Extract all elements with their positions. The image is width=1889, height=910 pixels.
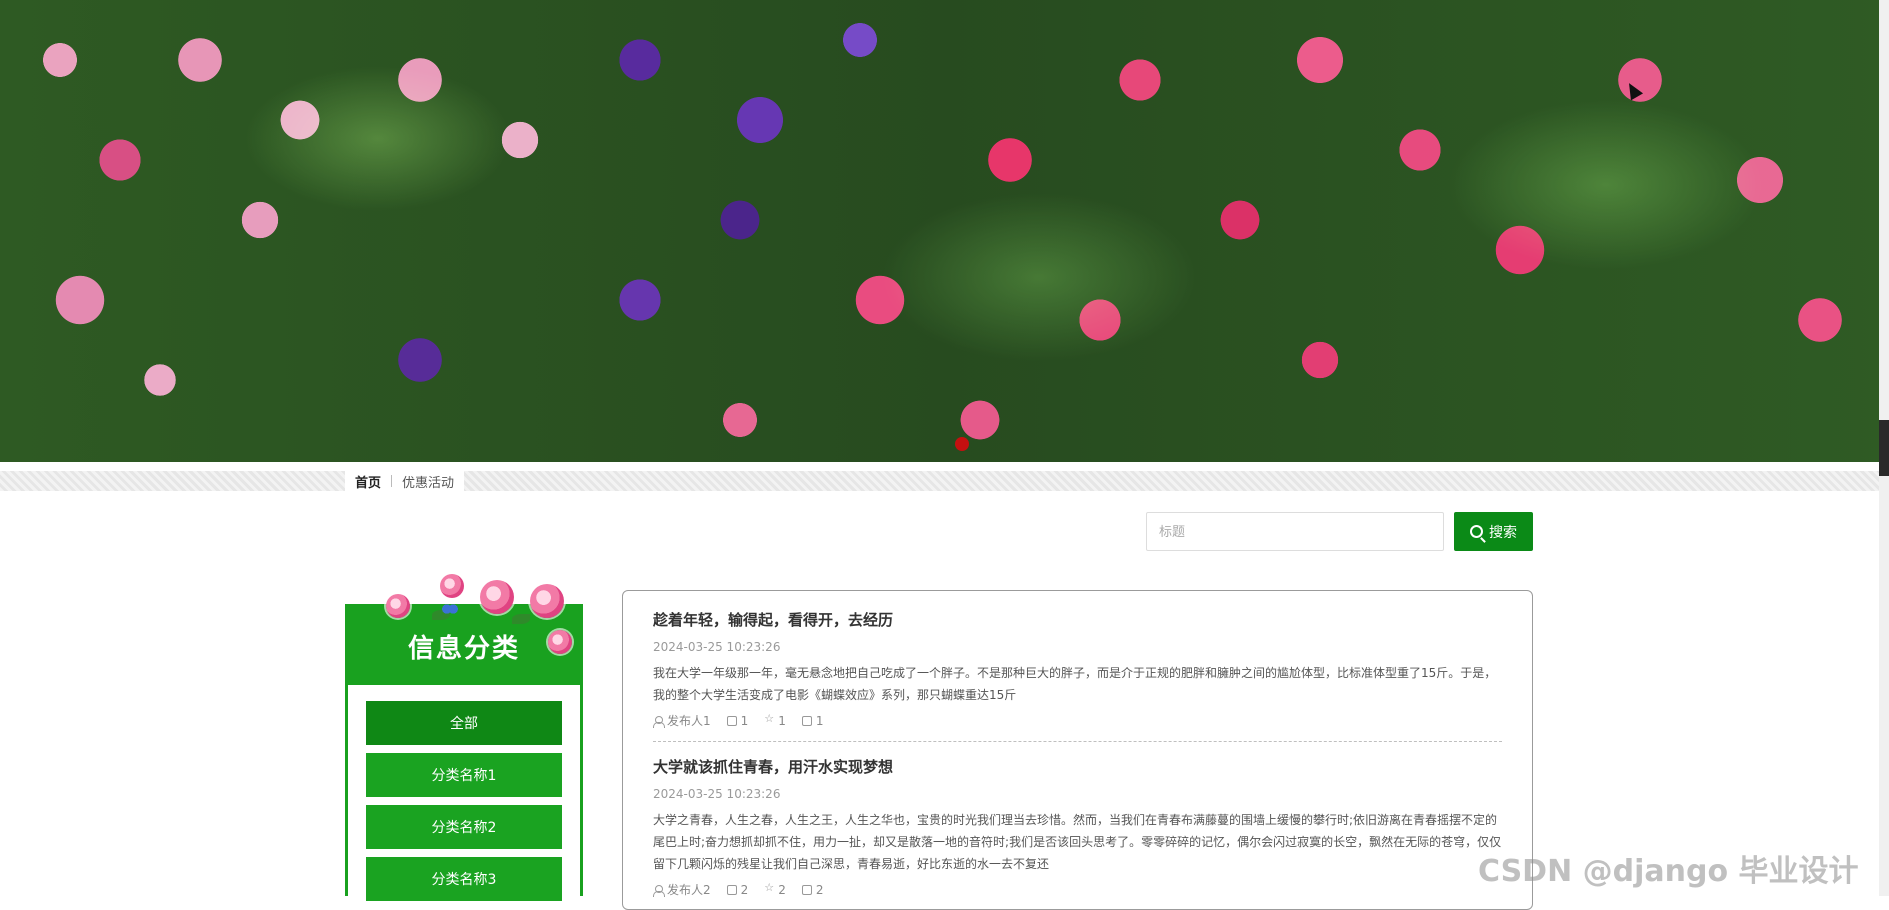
nav-divider [391, 475, 393, 487]
article-comments: 2 [801, 881, 824, 898]
article-list: 趁着年轻，输得起，看得开，去经历 2024-03-25 10:23:26 我在大… [622, 590, 1533, 910]
article-excerpt: 我在大学一年级那一年，毫无悬念地把自己吃成了一个胖子。不是那种巨大的胖子，而是介… [653, 666, 1497, 702]
article-title[interactable]: 大学就该抓住青春，用汗水实现梦想 [653, 756, 1502, 777]
search-button-label: 搜索 [1489, 523, 1517, 540]
category-item-2[interactable]: 分类名称2 [366, 805, 562, 849]
nav-item-home[interactable]: 首页 [355, 472, 381, 491]
hero-foliage [0, 0, 1889, 462]
scrollbar-thumb[interactable] [1879, 420, 1889, 476]
author-label: 发布人1 [667, 714, 711, 728]
category-list: 全部 分类名称1 分类名称2 分类名称3 [348, 685, 580, 901]
category-item-1[interactable]: 分类名称1 [366, 753, 562, 797]
likes-count: 2 [740, 882, 749, 897]
search-input[interactable] [1146, 512, 1444, 551]
nav-item-promotions[interactable]: 优惠活动 [402, 472, 454, 491]
sidebar-flower-decoration [372, 570, 592, 690]
article-meta: 发布人2 2 2 2 [653, 881, 1502, 898]
rose-icon [548, 630, 572, 654]
article-meta: 发布人1 1 1 1 [653, 712, 1502, 729]
search-icon [1470, 525, 1483, 538]
article-author: 发布人1 [653, 712, 711, 729]
article-favorites: 1 [764, 712, 786, 729]
main-nav: 首页 优惠活动 [345, 471, 465, 491]
article-comments: 1 [801, 712, 824, 729]
thumbs-up-icon [726, 884, 737, 895]
article-favorites: 2 [764, 881, 786, 898]
butterfly-icon [442, 602, 458, 616]
article-excerpt: 大学之青春，人生之春，人生之王，人生之华也，宝贵的时光我们理当去珍惜。然而，当我… [653, 813, 1502, 871]
page-scrollbar[interactable] [1879, 0, 1889, 896]
category-item-all[interactable]: 全部 [366, 701, 562, 745]
comments-count: 2 [815, 882, 824, 897]
likes-count: 1 [740, 713, 749, 728]
leaf-icon [512, 614, 530, 624]
watermark: CSDN @django 毕业设计 [1478, 854, 1859, 889]
rose-icon [386, 594, 410, 618]
user-icon [653, 715, 665, 728]
article-author: 发布人2 [653, 881, 711, 898]
favorites-count: 1 [778, 713, 786, 728]
comment-icon [801, 884, 812, 895]
hero-banner [0, 0, 1889, 462]
rose-icon [480, 580, 514, 614]
star-icon [764, 881, 774, 895]
article-date: 2024-03-25 10:23:26 [653, 640, 781, 654]
rose-icon [530, 584, 564, 618]
carousel-indicator[interactable] [955, 437, 969, 451]
user-icon [653, 884, 665, 897]
article-likes: 1 [726, 712, 749, 729]
star-icon [764, 712, 774, 726]
rose-icon [440, 574, 464, 598]
article-date: 2024-03-25 10:23:26 [653, 787, 781, 801]
article-likes: 2 [726, 881, 749, 898]
thumbs-up-icon [726, 715, 737, 726]
comments-count: 1 [815, 713, 824, 728]
search-button[interactable]: 搜索 [1454, 512, 1533, 551]
article-title[interactable]: 趁着年轻，输得起，看得开，去经历 [653, 609, 1502, 630]
category-item-3[interactable]: 分类名称3 [366, 857, 562, 901]
favorites-count: 2 [778, 882, 786, 897]
comment-icon [801, 715, 812, 726]
nav-strip [0, 471, 1889, 491]
article-item[interactable]: 大学就该抓住青春，用汗水实现梦想 2024-03-25 10:23:26 大学之… [653, 741, 1502, 910]
article-item[interactable]: 趁着年轻，输得起，看得开，去经历 2024-03-25 10:23:26 我在大… [653, 609, 1502, 741]
author-label: 发布人2 [667, 883, 711, 897]
